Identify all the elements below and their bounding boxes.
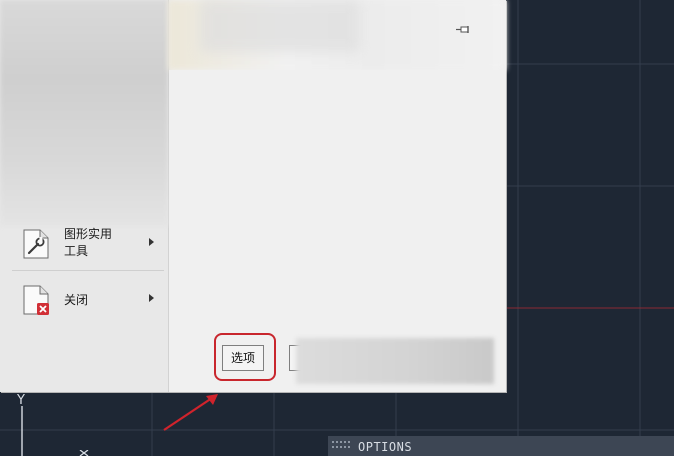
ucs-icon: Y [16,393,25,456]
command-line-text: OPTIONS [358,440,413,454]
menu-item-label-line1: 图形实用 [64,227,113,241]
menu-command-list: 图形实用 工具 关闭 [0,0,169,392]
blurred-header-region-2 [200,0,360,52]
application-menu: 图形实用 工具 关闭 选项 [0,0,506,392]
menu-item-drawing-utilities[interactable]: 图形实用 工具 [12,222,164,268]
cad-workspace: 图形实用 工具 关闭 选项 Y OPTIONS [0,0,674,456]
annotation-arrow [163,394,218,431]
menu-item-label: 关闭 [64,293,89,307]
menu-separator [12,270,164,271]
command-line[interactable]: OPTIONS [328,436,674,456]
menu-item-label-line2: 工具 [64,244,89,258]
blurred-menu-region [0,0,168,226]
pin-icon[interactable] [456,24,472,36]
ucs-x-marker [79,450,89,456]
chevron-right-icon [149,294,154,302]
close-drawing-icon [20,284,52,316]
ucs-y-label: Y [16,393,25,408]
chevron-right-icon [149,238,154,246]
menu-item-close[interactable]: 关闭 [12,278,164,324]
grip-handle-icon[interactable] [331,440,353,450]
options-button[interactable]: 选项 [222,345,264,371]
blurred-footer-region [296,338,494,384]
wrench-icon [20,228,52,260]
